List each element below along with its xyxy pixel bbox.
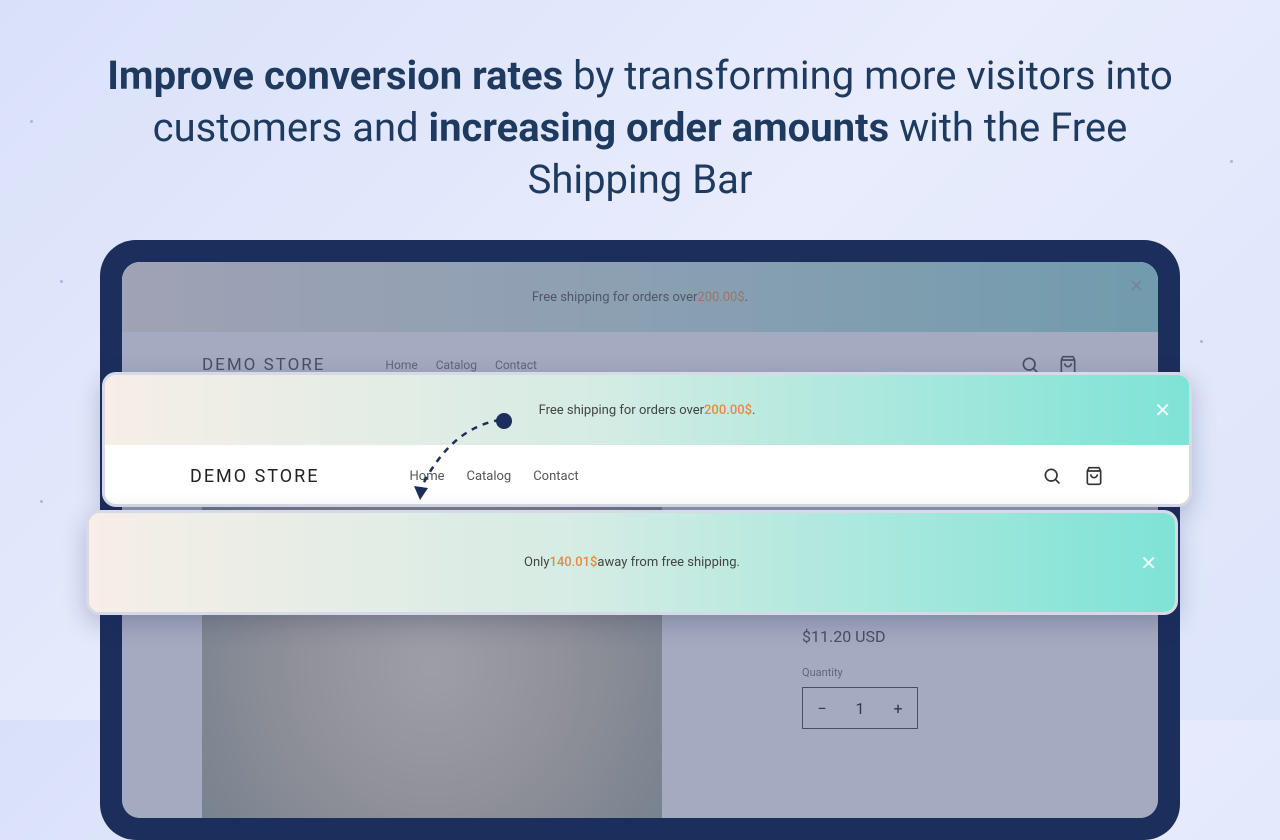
progress-suffix: away from free shipping. — [597, 555, 740, 570]
headline-bold-2: increasing order amounts — [429, 104, 890, 151]
nav-home[interactable]: Home — [385, 358, 417, 372]
bg-dot — [40, 500, 43, 503]
bg-dot — [30, 120, 33, 123]
store-header: DEMO STORE Home Catalog Contact — [105, 445, 1189, 507]
progress-amount: 140.01$ — [549, 555, 597, 570]
bar-amount: 200.00$ — [704, 403, 752, 418]
highlighted-shipping-bar-progress: Only 140.01$ away from free shipping. ✕ — [86, 510, 1178, 615]
quantity-label: Quantity — [802, 666, 1082, 679]
main-nav: Home Catalog Contact — [410, 469, 579, 484]
bg-nav: Home Catalog Contact — [385, 358, 537, 372]
nav-contact[interactable]: Contact — [495, 358, 537, 372]
headline-bold-1: Improve conversion rates — [107, 52, 563, 99]
close-icon[interactable]: ✕ — [1154, 398, 1171, 422]
cart-icon[interactable] — [1084, 466, 1104, 486]
bg-dot — [1230, 160, 1233, 163]
bg-bar-suffix: . — [745, 290, 748, 305]
bg-bar-amount: 200.00$ — [697, 290, 744, 305]
qty-minus-button[interactable]: − — [803, 688, 841, 728]
product-price: $11.20 USD — [802, 627, 1082, 646]
highlighted-shipping-bar-initial: Free shipping for orders over 200.00$ . … — [102, 372, 1192, 507]
store-logo[interactable]: DEMO STORE — [190, 466, 320, 487]
bar-suffix: . — [752, 403, 755, 418]
shipping-bar-progress-strip: Only 140.01$ away from free shipping. ✕ — [89, 513, 1175, 612]
bg-dot — [60, 280, 63, 283]
bg-bar-prefix: Free shipping for orders over — [532, 290, 697, 305]
bar-prefix: Free shipping for orders over — [539, 403, 704, 418]
nav-contact[interactable]: Contact — [533, 469, 578, 484]
close-icon[interactable]: ✕ — [1140, 551, 1157, 575]
quantity-stepper: − 1 + — [802, 687, 918, 729]
qty-plus-button[interactable]: + — [879, 688, 917, 728]
background-shipping-bar: Free shipping for orders over 200.00$ . … — [122, 262, 1158, 332]
header-icons — [1042, 466, 1104, 486]
marketing-headline: Improve conversion rates by transforming… — [0, 0, 1280, 236]
close-icon[interactable]: ✕ — [1129, 276, 1144, 297]
product-info: $11.20 USD Quantity − 1 + — [802, 627, 1082, 729]
bg-dot — [1200, 340, 1203, 343]
nav-catalog[interactable]: Catalog — [466, 469, 511, 484]
nav-catalog[interactable]: Catalog — [436, 358, 477, 372]
shipping-bar-strip: Free shipping for orders over 200.00$ . … — [105, 375, 1189, 445]
progress-prefix: Only — [524, 555, 549, 570]
qty-value: 1 — [841, 688, 879, 728]
search-icon[interactable] — [1042, 466, 1062, 486]
nav-home[interactable]: Home — [410, 469, 445, 484]
